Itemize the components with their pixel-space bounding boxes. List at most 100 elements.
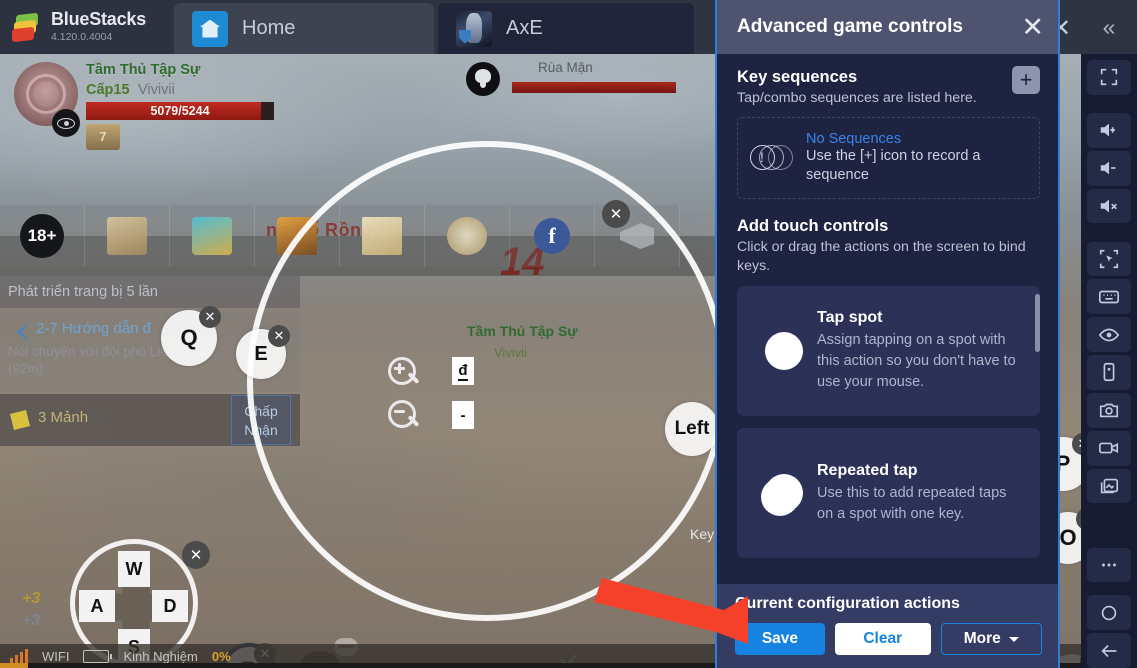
video-record-icon[interactable] <box>1087 430 1131 466</box>
player-info-frame: Tầm Thủ Tập Sự Cấp15 Vivivii 5079/5244 7 <box>8 54 298 150</box>
more-options-icon[interactable] <box>1087 547 1131 583</box>
quest-arrow-icon <box>16 322 30 342</box>
back-arrow-icon[interactable] <box>1087 633 1131 668</box>
sequence-circles-icon: ! <box>750 145 794 171</box>
more-button[interactable]: More <box>940 623 1043 655</box>
tab-axe[interactable]: AxE <box>438 3 694 54</box>
reward-shard-icon <box>10 410 30 430</box>
bluestacks-window: BlueStacks 4.120.0.4004 Home AxE « ✕ Tầm… <box>0 0 1137 668</box>
no-sequences-desc: Use the [+] icon to record a sequence <box>806 148 981 183</box>
keybind-bubble-e[interactable]: E ✕ <box>236 325 290 379</box>
dpad-key-up[interactable]: W <box>118 551 150 587</box>
player-title: Tầm Thủ Tập Sự <box>86 62 201 78</box>
enemy-name: Rùa Mận <box>538 60 593 75</box>
card-title: Repeated tap <box>817 461 918 479</box>
media-gallery-icon[interactable] <box>1087 468 1131 504</box>
item-box-button[interactable] <box>170 205 255 267</box>
enemy-info-frame: Rùa Mận <box>466 58 696 104</box>
zoom-out-keycap[interactable]: - <box>452 401 474 429</box>
remove-binding-icon[interactable]: ✕ <box>199 306 221 328</box>
remove-binding-icon[interactable]: ✕ <box>602 200 630 228</box>
plus-icon[interactable]: + <box>1012 66 1040 94</box>
key-label: Key <box>690 526 715 542</box>
dpad-key-right[interactable]: D <box>152 590 188 622</box>
key-sequences-subheading: Tap/combo sequences are listed here. <box>737 90 977 106</box>
magnifier-minus-icon[interactable] <box>386 398 420 432</box>
card-desc: Use this to add repeated taps on a spot … <box>817 484 1007 522</box>
bluestacks-logo-icon <box>12 12 42 43</box>
player-level: Cấp15 <box>86 82 130 98</box>
double-circle-icon <box>761 474 803 516</box>
tab-home-label: Home <box>242 17 296 39</box>
scroll-quest-button[interactable] <box>85 205 170 267</box>
location-icon[interactable] <box>1087 241 1131 277</box>
close-icon[interactable]: ✕ <box>1021 13 1044 41</box>
network-label: WIFI <box>42 648 70 664</box>
remove-binding-icon[interactable]: ✕ <box>268 325 290 347</box>
volume-up-icon[interactable] <box>1087 113 1131 148</box>
annotation-arrow-icon <box>594 578 748 644</box>
tab-home[interactable]: Home <box>174 3 434 54</box>
zoom-in-keycap[interactable]: đ <box>452 357 474 385</box>
quest-header-text: Phát triển trang bị 5 lần <box>8 284 158 300</box>
exp-label: Kinh Nghiệm <box>123 648 198 664</box>
clear-button[interactable]: Clear <box>834 623 931 655</box>
touch-control-card-repeated-tap[interactable]: Repeated tap Use this to add repeated ta… <box>737 428 1040 558</box>
signal-bars-icon <box>10 649 28 663</box>
home-circle-icon[interactable] <box>1087 595 1131 631</box>
player-hp-value: 5079/5244 <box>150 104 210 118</box>
touch-controls-list[interactable]: Tap spot Assign tapping on a spot with t… <box>737 286 1040 568</box>
volume-down-icon[interactable] <box>1087 150 1131 186</box>
age-rating-button[interactable]: 18+ <box>0 205 85 267</box>
footer-title: Current configuration actions <box>735 595 960 612</box>
keyboard-icon[interactable] <box>1087 279 1131 315</box>
keybind-bubble-left[interactable]: Left <box>665 402 719 456</box>
zoom-out-key-label: - <box>460 406 466 424</box>
enemy-hp-bar <box>512 82 676 93</box>
touch-control-card-tap-spot[interactable]: Tap spot Assign tapping on a spot with t… <box>737 286 1040 416</box>
keybind-label-q: Q <box>180 325 198 350</box>
reward-label: 3 Mảnh <box>38 409 89 426</box>
keybind-bubble-q[interactable]: Q ✕ <box>161 306 221 366</box>
floating-gold-text: +3 <box>22 590 41 607</box>
magnifier-plus-icon[interactable] <box>386 355 420 389</box>
aim-circle-overlay <box>247 141 727 621</box>
axe-game-icon <box>456 10 492 47</box>
dpad-key-left[interactable]: A <box>79 590 115 622</box>
rotate-device-icon[interactable] <box>1087 355 1131 390</box>
chest-count: 7 <box>99 129 107 144</box>
chevron-double-left-icon[interactable]: « <box>1081 0 1137 54</box>
remove-binding-icon[interactable]: ✕ <box>1072 433 1081 455</box>
remove-binding-icon[interactable]: ✕ <box>182 541 210 569</box>
volume-mute-icon[interactable] <box>1087 188 1131 224</box>
screenshot-camera-icon[interactable] <box>1087 392 1131 428</box>
player-hp-bar: 5079/5244 <box>86 102 274 120</box>
panel-header: Advanced game controls ✕ <box>717 0 1058 54</box>
right-toolbar <box>1081 54 1137 668</box>
touch-controls-subheading: Click or drag the actions on the screen … <box>737 239 1026 274</box>
eye-toggle-icon[interactable] <box>52 109 80 137</box>
keybind-label-left: Left <box>674 418 710 439</box>
eye-icon[interactable] <box>1087 317 1131 353</box>
fullscreen-icon[interactable] <box>1087 60 1131 95</box>
quest-progress-bar: Phát triển trang bị 5 lần <box>0 276 300 308</box>
panel-body: Key sequences Tap/combo sequences are li… <box>717 54 1058 584</box>
brand-version: 4.120.0.4004 <box>51 31 113 43</box>
player-chest-icon[interactable]: 7 <box>86 124 120 150</box>
mob-nickname: Vivivii <box>494 345 527 360</box>
more-button-label: More <box>963 630 1001 647</box>
keybind-label-e: E <box>254 342 268 365</box>
bluestacks-brand: BlueStacks 4.120.0.4004 <box>0 0 172 54</box>
tab-axe-label: AxE <box>506 17 543 39</box>
scrollbar-thumb[interactable] <box>1035 294 1040 352</box>
chevron-down-icon <box>1008 636 1019 642</box>
card-desc: Assign tapping on a spot with this actio… <box>817 332 1016 390</box>
quest-title: 2-7 Hướng dẫn đ <box>36 320 151 337</box>
panel-footer: Current configuration actions Save Clear… <box>717 584 1058 668</box>
keybind-label-o: O <box>1059 525 1077 550</box>
no-sequences-card: ! No Sequences Use the [+] icon to recor… <box>737 117 1040 199</box>
player-nickname: Vivivii <box>138 82 175 98</box>
floating-exp-text: +3 <box>22 612 41 629</box>
scrollbar-track[interactable] <box>1035 290 1040 564</box>
mob-name: Tầm Thủ Tập Sự <box>467 323 578 339</box>
